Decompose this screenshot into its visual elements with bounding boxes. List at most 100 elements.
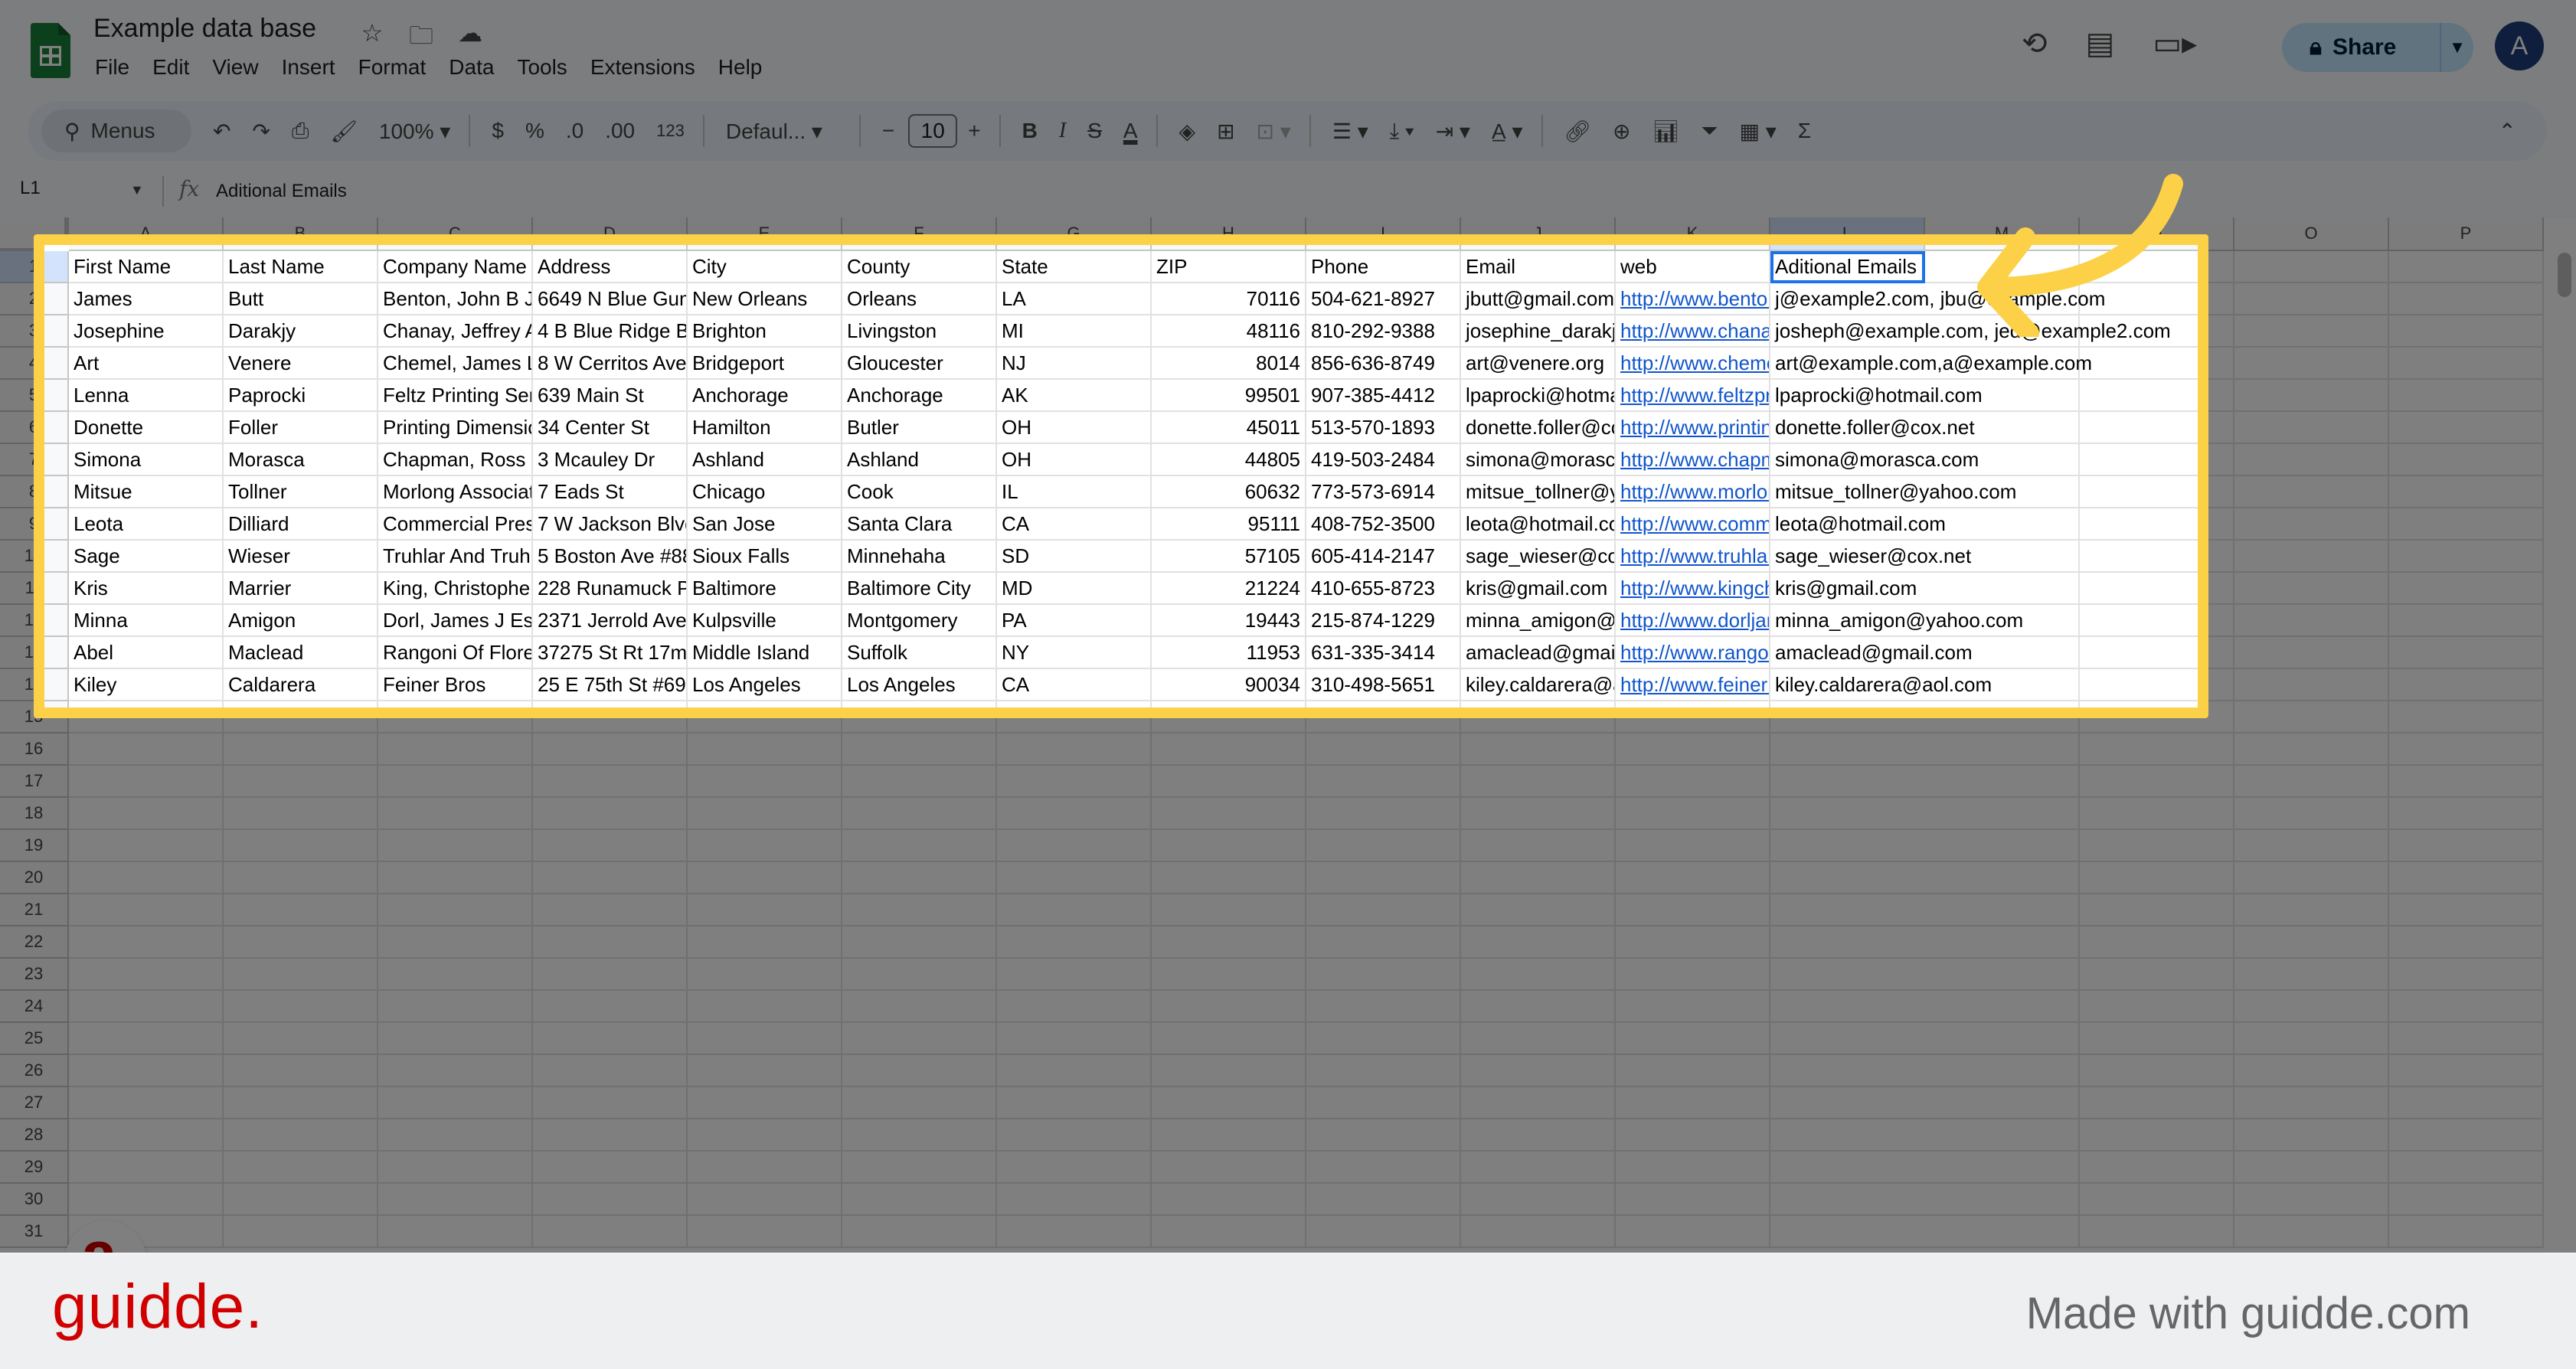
table-cell[interactable] xyxy=(2234,412,2389,444)
row-header-18[interactable]: 18 xyxy=(0,798,69,830)
row-header-29[interactable]: 29 xyxy=(0,1152,69,1184)
percent-format-button[interactable]: % xyxy=(525,119,544,143)
table-cell[interactable] xyxy=(842,1184,997,1216)
row-header-26[interactable]: 26 xyxy=(0,1055,69,1087)
table-cell[interactable] xyxy=(842,1119,997,1152)
collapse-toolbar-icon[interactable]: ⌃ xyxy=(2499,119,2516,144)
table-cell[interactable] xyxy=(1306,830,1461,862)
table-cell[interactable] xyxy=(2080,734,2234,766)
table-cell[interactable] xyxy=(533,1119,688,1152)
table-cell[interactable] xyxy=(2234,959,2389,991)
table-cell[interactable] xyxy=(2080,1023,2234,1055)
table-cell[interactable] xyxy=(2389,862,2544,894)
table-cell[interactable] xyxy=(997,1216,1152,1248)
table-cell[interactable] xyxy=(378,1184,533,1216)
table-cell[interactable] xyxy=(224,766,378,798)
share-dropdown-icon[interactable]: ▼ xyxy=(2441,38,2473,57)
table-cell[interactable] xyxy=(2234,926,2389,959)
column-header-o[interactable]: O xyxy=(2234,217,2389,251)
table-cell[interactable] xyxy=(842,959,997,991)
table-cell[interactable] xyxy=(533,1023,688,1055)
table-cell[interactable] xyxy=(1616,830,1770,862)
table-cell[interactable] xyxy=(378,1119,533,1152)
table-cell[interactable] xyxy=(842,766,997,798)
table-cell[interactable] xyxy=(1461,1055,1616,1087)
paint-format-icon[interactable]: 🖌︎ xyxy=(330,119,358,144)
table-cell[interactable] xyxy=(688,734,842,766)
table-cell[interactable] xyxy=(533,959,688,991)
currency-format-button[interactable]: $ xyxy=(492,119,504,143)
table-cell[interactable] xyxy=(1616,862,1770,894)
table-cell[interactable] xyxy=(1306,1023,1461,1055)
table-cell[interactable] xyxy=(688,1087,842,1119)
table-cell[interactable] xyxy=(997,798,1152,830)
table-cell[interactable] xyxy=(1306,1184,1461,1216)
table-cell[interactable] xyxy=(1770,1184,1925,1216)
table-cell[interactable] xyxy=(688,766,842,798)
table-cell[interactable] xyxy=(997,959,1152,991)
print-icon[interactable]: ⎙ xyxy=(292,119,309,144)
table-cell[interactable] xyxy=(2389,380,2544,412)
table-cell[interactable] xyxy=(688,1152,842,1184)
table-cell[interactable] xyxy=(2080,959,2234,991)
italic-icon[interactable]: I xyxy=(1059,119,1066,143)
table-cell[interactable] xyxy=(533,1152,688,1184)
table-cell[interactable] xyxy=(2080,830,2234,862)
table-cell[interactable] xyxy=(2234,444,2389,476)
table-cell[interactable] xyxy=(1306,734,1461,766)
menu-insert[interactable]: Insert xyxy=(282,55,348,80)
table-cell[interactable] xyxy=(378,1023,533,1055)
table-cell[interactable] xyxy=(2389,1055,2544,1087)
table-cell[interactable] xyxy=(1152,926,1306,959)
table-cell[interactable] xyxy=(1461,959,1616,991)
table-cell[interactable] xyxy=(224,1087,378,1119)
table-cell[interactable] xyxy=(1306,1087,1461,1119)
table-cell[interactable] xyxy=(69,959,224,991)
table-cell[interactable] xyxy=(533,926,688,959)
table-cell[interactable] xyxy=(1925,1023,2080,1055)
table-cell[interactable] xyxy=(2234,1087,2389,1119)
table-cell[interactable] xyxy=(1925,766,2080,798)
table-cell[interactable] xyxy=(1616,1184,1770,1216)
table-cell[interactable] xyxy=(1925,1087,2080,1119)
table-cell[interactable] xyxy=(2389,1087,2544,1119)
table-cell[interactable] xyxy=(1616,734,1770,766)
table-cell[interactable] xyxy=(378,1055,533,1087)
table-cell[interactable] xyxy=(224,798,378,830)
table-cell[interactable] xyxy=(224,959,378,991)
table-cell[interactable] xyxy=(997,894,1152,926)
table-cell[interactable] xyxy=(69,926,224,959)
table-cell[interactable] xyxy=(533,798,688,830)
table-cell[interactable] xyxy=(2389,1216,2544,1248)
table-cell[interactable] xyxy=(2234,380,2389,412)
table-cell[interactable] xyxy=(1925,894,2080,926)
table-cell[interactable] xyxy=(533,1216,688,1248)
comments-icon[interactable]: ▤ xyxy=(2086,26,2115,61)
table-cell[interactable] xyxy=(1306,959,1461,991)
meet-video-icon[interactable]: ▭▸ xyxy=(2153,26,2197,61)
table-cell[interactable] xyxy=(688,1216,842,1248)
table-cell[interactable] xyxy=(1461,1087,1616,1119)
table-cell[interactable] xyxy=(1770,959,1925,991)
table-cell[interactable] xyxy=(997,830,1152,862)
table-cell[interactable] xyxy=(1770,830,1925,862)
row-header-17[interactable]: 17 xyxy=(0,766,69,798)
row-header-30[interactable]: 30 xyxy=(0,1184,69,1216)
row-header-27[interactable]: 27 xyxy=(0,1087,69,1119)
table-cell[interactable] xyxy=(1152,894,1306,926)
table-cell[interactable] xyxy=(688,1119,842,1152)
table-cell[interactable] xyxy=(2234,605,2389,637)
table-cell[interactable] xyxy=(2234,315,2389,348)
table-cell[interactable] xyxy=(1616,959,1770,991)
guidde-logo[interactable]: guidde. xyxy=(52,1271,263,1343)
table-cell[interactable] xyxy=(533,1184,688,1216)
table-cell[interactable] xyxy=(2234,476,2389,508)
table-cell[interactable] xyxy=(842,862,997,894)
table-cell[interactable] xyxy=(1152,798,1306,830)
table-cell[interactable] xyxy=(533,1055,688,1087)
zoom-select[interactable]: 100% ▾ xyxy=(379,119,450,144)
table-cell[interactable] xyxy=(1306,1055,1461,1087)
table-cell[interactable] xyxy=(1770,1023,1925,1055)
text-wrapping-icon[interactable]: ⇥ ▾ xyxy=(1436,119,1470,144)
table-cell[interactable] xyxy=(1616,926,1770,959)
